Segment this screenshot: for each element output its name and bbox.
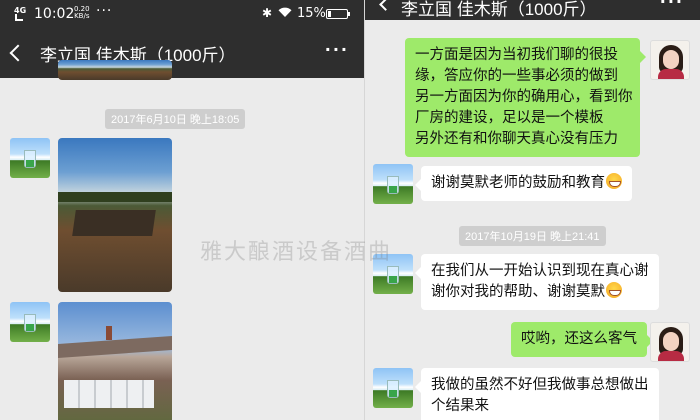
cup-graphic	[387, 380, 399, 398]
message-line: 另外还有和你聊天真心没有压力	[415, 131, 618, 147]
message-line-text: 谢你对我的帮助、谢谢莫默	[431, 284, 605, 300]
watermark-text: 雅大酿酒设备酒曲	[200, 240, 393, 265]
more-options-icon[interactable]: ···	[325, 40, 349, 59]
status-bar: 4G 10:02 0.20 KB/s ··· ✱ 15%	[0, 0, 365, 28]
avatar-face	[663, 332, 679, 351]
message-line: 一方面是因为当初我们聊的很投	[415, 47, 618, 63]
message-line: 另一方面因为你的确用心，看到你	[415, 89, 633, 105]
photo-chimney	[106, 326, 112, 340]
message-text: 哎哟，还这么客气	[521, 331, 637, 347]
construction-site-photo[interactable]	[58, 138, 172, 292]
message-timestamp: 2017年10月19日 晚上21:41	[459, 226, 606, 246]
network-speed-unit: KB/s	[74, 12, 90, 20]
network-speed: 0.20 KB/s	[74, 6, 90, 20]
photo-foam-blocks	[64, 380, 154, 408]
battery-icon	[326, 9, 350, 19]
outgoing-message[interactable]: 哎哟，还这么客气	[511, 322, 653, 357]
chat-header: 李立国 佳木斯（1000斤） ···	[365, 0, 700, 20]
cup-graphic	[387, 266, 399, 284]
cup-graphic	[387, 176, 399, 194]
chat-title: 李立国 佳木斯（1000斤）	[401, 0, 597, 19]
incoming-message[interactable]: 在我们从一开始认识到现在真心谢 谢你对我的帮助、谢谢莫默	[415, 254, 659, 310]
right-chat-screen: 李立国 佳木斯（1000斤） ··· 一方面是因为当初我们聊的很投 缘，答应你的…	[365, 0, 700, 420]
network-indicator: 4G	[14, 7, 26, 22]
bluetooth-icon: ✱	[262, 6, 273, 20]
message-line: 谢你对我的帮助、谢谢莫默	[431, 282, 649, 303]
message-line: 在我们从一开始认识到现在真心谢	[431, 263, 649, 279]
more-options-icon[interactable]: ···	[660, 0, 684, 11]
incoming-message[interactable]: 我做的虽然不好但我做事总想做出 个结果来	[415, 368, 659, 420]
incoming-message[interactable]: 谢谢莫默老师的鼓励和教育	[415, 166, 632, 201]
notification-dots: ···	[96, 3, 113, 19]
clock: 10:02	[34, 6, 75, 22]
back-chevron-icon[interactable]	[9, 44, 27, 62]
message-line: 我做的虽然不好但我做事总想做出	[431, 377, 649, 393]
my-avatar[interactable]	[650, 40, 690, 80]
cup-graphic	[24, 150, 36, 168]
contact-avatar[interactable]	[10, 138, 50, 178]
grin-emoji-icon	[606, 173, 622, 189]
photo-roof	[58, 336, 172, 358]
avatar-shirt	[658, 351, 684, 361]
outgoing-message[interactable]: 一方面是因为当初我们聊的很投 缘，答应你的一些事必须的做到 另一方面因为你的确用…	[405, 38, 646, 157]
avatar-face	[663, 50, 679, 69]
chat-header: 李立国 佳木斯（1000斤） ···	[0, 28, 365, 78]
signal-icon	[15, 14, 23, 21]
my-avatar[interactable]	[650, 322, 690, 362]
message-timestamp: 2017年6月10日 晚上18:05	[105, 109, 246, 129]
photo-foundation-pit	[72, 210, 156, 236]
message-line: 厂房的建设，足以是一个模板	[415, 110, 604, 126]
cup-graphic	[24, 314, 36, 332]
message-text: 谢谢莫默老师的鼓励和教育	[431, 175, 605, 191]
wifi-icon	[278, 7, 292, 17]
message-line: 缘，答应你的一些事必须的做到	[415, 68, 618, 84]
photo-treeline	[58, 192, 172, 202]
left-chat-screen: 4G 10:02 0.20 KB/s ··· ✱ 15% 李立国 佳木斯（1000…	[0, 0, 365, 420]
avatar-shirt	[658, 69, 684, 79]
grin-emoji-icon	[606, 282, 622, 298]
contact-avatar[interactable]	[10, 302, 50, 342]
battery-percent: 15%	[297, 6, 326, 21]
contact-avatar[interactable]	[373, 164, 413, 204]
message-line: 个结果来	[431, 398, 489, 414]
building-photo[interactable]	[58, 302, 172, 420]
message-list[interactable]: 一方面是因为当初我们聊的很投 缘，答应你的一些事必须的做到 另一方面因为你的确用…	[365, 20, 700, 420]
back-chevron-icon[interactable]	[379, 0, 392, 11]
image-fragment[interactable]	[58, 60, 172, 80]
contact-avatar[interactable]	[373, 368, 413, 408]
